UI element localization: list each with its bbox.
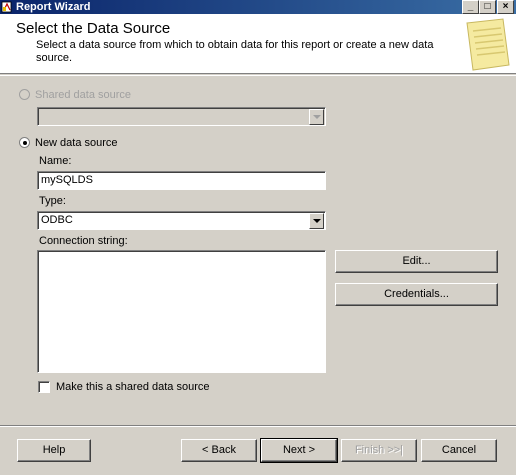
make-shared-label: Make this a shared data source: [56, 381, 210, 393]
edit-button[interactable]: Edit...: [335, 250, 498, 273]
type-label: Type:: [39, 195, 66, 207]
new-data-source-radio[interactable]: [19, 137, 30, 148]
shared-data-source-radio[interactable]: [19, 89, 30, 100]
finish-button[interactable]: Finish >>|: [341, 439, 417, 462]
shared-data-source-select[interactable]: [37, 107, 326, 126]
radio-selected-dot: [23, 141, 27, 145]
page-description: Select a data source from which to obtai…: [36, 39, 434, 64]
close-icon: ×: [502, 1, 509, 12]
type-dropdown-button[interactable]: [309, 213, 324, 229]
report-document-icon: [466, 18, 510, 71]
close-button[interactable]: ×: [497, 0, 514, 14]
next-button[interactable]: Next >: [260, 438, 338, 463]
shared-dropdown-button[interactable]: [309, 109, 324, 125]
back-button-label: < Back: [202, 444, 236, 456]
window-title: Report Wizard: [16, 1, 91, 13]
report-wizard-icon: [1, 1, 12, 13]
name-input[interactable]: mySQLDS: [37, 171, 326, 190]
title-bar[interactable]: Report Wizard _ □ ×: [0, 0, 516, 14]
minimize-icon: _: [467, 1, 474, 12]
edit-button-label: Edit...: [402, 255, 431, 267]
chevron-down-icon: [313, 115, 321, 119]
make-shared-checkbox[interactable]: [38, 381, 50, 393]
wizard-header: Select the Data Source Select a data sou…: [0, 14, 516, 74]
next-button-label: Next >: [282, 444, 316, 456]
type-select[interactable]: ODBC: [37, 211, 326, 230]
minimize-button[interactable]: _: [462, 0, 479, 14]
credentials-button-label: Credentials...: [384, 288, 449, 300]
connection-string-label: Connection string:: [39, 235, 128, 247]
maximize-icon: □: [484, 1, 491, 12]
page-title: Select the Data Source: [16, 20, 171, 37]
finish-button-label: Finish >>|: [354, 444, 404, 456]
cancel-button-label: Cancel: [441, 444, 477, 456]
help-button[interactable]: Help: [17, 439, 91, 462]
footer-divider: [0, 425, 516, 427]
credentials-button[interactable]: Credentials...: [335, 283, 498, 306]
connection-string-textarea[interactable]: [37, 250, 326, 373]
chevron-down-icon: [313, 219, 321, 223]
cancel-button[interactable]: Cancel: [421, 439, 497, 462]
maximize-button[interactable]: □: [479, 0, 496, 14]
type-select-value: ODBC: [41, 214, 73, 226]
shared-data-source-label: Shared data source: [35, 89, 132, 101]
back-button[interactable]: < Back: [181, 439, 257, 462]
name-label: Name:: [39, 155, 72, 167]
new-data-source-label: New data source: [35, 137, 118, 149]
header-divider: [0, 75, 516, 76]
name-input-value: mySQLDS: [41, 174, 93, 186]
help-button-label: Help: [42, 444, 66, 456]
